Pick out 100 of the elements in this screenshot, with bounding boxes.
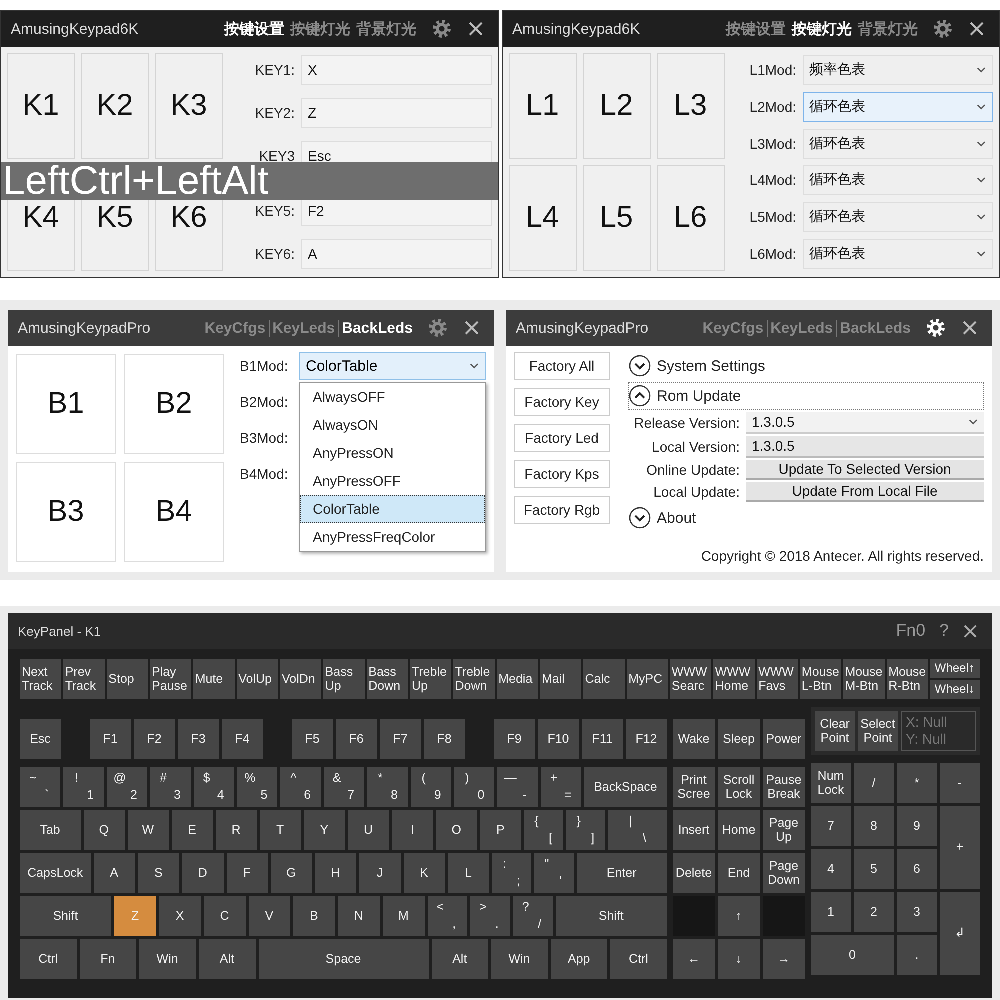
keyboard-key[interactable]: Ctrl xyxy=(20,939,77,979)
led-tile[interactable]: L5 xyxy=(582,165,650,271)
dropdown-option[interactable]: AnyPressFreqColor xyxy=(300,523,485,551)
media-key[interactable]: VolDn xyxy=(280,659,322,699)
keyboard-key[interactable]: E xyxy=(172,810,213,850)
key-tile[interactable]: K3 xyxy=(155,53,223,159)
factory-reset-button[interactable]: Factory Led xyxy=(514,424,610,452)
keyboard-key[interactable]: H xyxy=(315,853,356,893)
media-key[interactable]: Mouse M-Btn xyxy=(843,659,885,699)
keyboard-key[interactable]: ? / xyxy=(513,896,553,936)
update-button[interactable]: Update From Local File xyxy=(746,482,984,502)
keyboard-key[interactable]: Shift xyxy=(20,896,112,936)
keyboard-key[interactable]: ) 0 xyxy=(454,767,494,807)
factory-reset-button[interactable]: Factory Kps xyxy=(514,460,610,488)
media-key[interactable]: VolUp xyxy=(236,659,278,699)
led-tile[interactable]: L3 xyxy=(656,53,724,159)
keyboard-key[interactable]: Win xyxy=(139,939,196,979)
keyboard-key[interactable]: BackSpace xyxy=(584,767,668,807)
close-icon[interactable] xyxy=(962,320,978,336)
keyboard-key[interactable]: 6 xyxy=(897,849,937,889)
dropdown-option[interactable]: AnyPressOFF xyxy=(300,467,485,495)
keyboard-key[interactable]: Esc xyxy=(20,719,61,759)
keyboard-key[interactable]: # 3 xyxy=(150,767,191,807)
media-key[interactable]: Play Pause xyxy=(150,659,192,699)
keyboard-key[interactable]: + = xyxy=(540,767,582,807)
tab[interactable]: 按键设置 xyxy=(222,20,288,38)
wheel-key[interactable]: Wheel↓ xyxy=(930,680,980,699)
close-icon[interactable] xyxy=(963,624,978,638)
dropdown-option[interactable]: AlwaysON xyxy=(300,411,485,439)
keyboard-key[interactable]: F7 xyxy=(380,719,421,759)
keyboard-key[interactable]: 2 xyxy=(854,892,894,932)
keyboard-key[interactable]: Print Scree xyxy=(673,767,715,807)
factory-reset-button[interactable]: Factory All xyxy=(514,352,610,380)
keyboard-key[interactable]: 9 xyxy=(897,806,937,846)
key-tile[interactable]: K1 xyxy=(7,53,75,159)
keyboard-key[interactable]: G xyxy=(270,853,312,893)
keyboard-key[interactable]: End xyxy=(718,853,760,893)
media-key[interactable]: Media xyxy=(496,659,538,699)
close-icon[interactable] xyxy=(969,21,985,37)
close-icon[interactable] xyxy=(468,21,484,37)
mode-dropdown[interactable]: 循环色表 xyxy=(802,165,993,196)
keyboard-key[interactable]: Win xyxy=(491,939,548,979)
keyboard-key[interactable]: Alt xyxy=(198,939,256,979)
keyboard-key[interactable]: 0 xyxy=(811,935,894,975)
settings-icon[interactable] xyxy=(432,19,452,39)
keyboard-key[interactable]: / xyxy=(854,763,894,803)
key-field[interactable]: Z xyxy=(301,98,492,128)
keyboard-key[interactable]: S xyxy=(138,853,180,893)
section-header[interactable]: About xyxy=(628,504,984,532)
mode-dropdown[interactable]: 频率色表 xyxy=(802,55,993,85)
media-key[interactable]: Mouse R-Btn xyxy=(886,659,928,699)
keyboard-key[interactable]: : ; xyxy=(492,853,532,893)
keyboard-key[interactable]: & 7 xyxy=(324,767,364,807)
keyboard-key[interactable]: . xyxy=(897,935,937,975)
media-key[interactable]: Prev Track xyxy=(63,659,105,699)
keyboard-key[interactable]: 8 xyxy=(854,806,894,846)
tab[interactable]: 背景灯光 xyxy=(354,20,420,38)
media-key[interactable]: Treble Up xyxy=(410,659,452,699)
keyboard-key[interactable]: Page Down xyxy=(763,853,805,893)
keyboard-key[interactable]: Sleep xyxy=(718,719,760,759)
backlight-tile[interactable]: B4 xyxy=(124,462,224,562)
keyboard-key[interactable]: M xyxy=(382,896,425,936)
keyboard-key[interactable]: R xyxy=(216,810,257,850)
keyboard-key[interactable]: Space xyxy=(258,939,429,979)
led-tile[interactable]: L6 xyxy=(656,165,724,271)
keyboard-key[interactable]: X xyxy=(159,896,201,936)
keyboard-key[interactable]: Tab xyxy=(20,810,81,850)
keyboard-key[interactable]: @ 2 xyxy=(106,767,148,807)
expand-icon[interactable] xyxy=(629,355,651,377)
keyboard-key[interactable]: P xyxy=(480,810,522,850)
keyboard-key[interactable]: ↓ xyxy=(718,939,760,979)
keyboard-key[interactable]: ( 9 xyxy=(410,767,452,807)
keyboard-key[interactable]: N xyxy=(338,896,380,936)
media-key[interactable]: Treble Down xyxy=(453,659,495,699)
keyboard-key[interactable]: F6 xyxy=(336,719,377,759)
factory-reset-button[interactable]: Factory Rgb xyxy=(514,496,610,524)
mode-dropdown[interactable]: 循环色表 xyxy=(802,128,993,159)
keyboard-key[interactable]: Fn xyxy=(80,939,136,979)
expand-icon[interactable] xyxy=(629,507,651,529)
dropdown-option[interactable]: AlwaysOFF xyxy=(300,383,485,411)
point-button[interactable]: Clear Point xyxy=(815,711,855,751)
collapse-icon[interactable] xyxy=(629,385,651,407)
keyboard-key[interactable]: { [ xyxy=(524,810,564,850)
fn-layer-label[interactable]: Fn0 xyxy=(896,621,926,641)
media-key[interactable]: Mute xyxy=(193,659,235,699)
section-header[interactable]: System Settings xyxy=(628,352,984,380)
keyboard-key[interactable]: * 8 xyxy=(367,767,408,807)
tab[interactable]: 背景灯光 xyxy=(855,20,921,38)
keyboard-key[interactable]: Pause Break xyxy=(763,767,805,807)
keyboard-key[interactable]: I xyxy=(392,810,434,850)
help-button[interactable]: ? xyxy=(940,621,949,641)
keyboard-key[interactable]: ↑ xyxy=(718,896,760,936)
media-key[interactable]: Mouse L-Btn xyxy=(800,659,842,699)
keyboard-key[interactable]: D xyxy=(182,853,224,893)
settings-icon[interactable] xyxy=(933,19,953,39)
keyboard-key[interactable]: B xyxy=(293,896,336,936)
point-button[interactable]: Select Point xyxy=(858,711,898,751)
keyboard-key[interactable]: Wake xyxy=(673,719,715,759)
keyboard-key[interactable]: 1 xyxy=(811,892,851,932)
keyboard-key[interactable]: | \ xyxy=(608,810,667,850)
